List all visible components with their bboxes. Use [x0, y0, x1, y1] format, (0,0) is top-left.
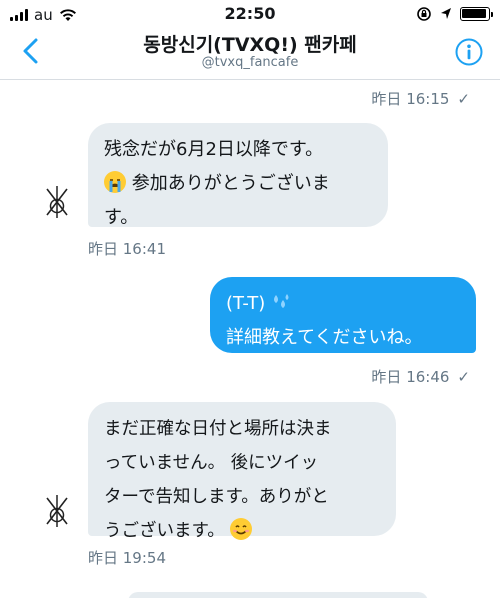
message-line-with-emoji: 参加ありがとうございま [104, 167, 372, 201]
conversation-handle: @tvxq_fancafe [201, 55, 299, 70]
read-check-icon: ✓ [457, 90, 470, 108]
message-timestamp: 昨日 16:41 [88, 240, 166, 258]
smiling-face-icon [230, 518, 253, 540]
message-timestamp: 昨日 19:54 [88, 549, 166, 567]
message-line: まだ正確な日付と場所は決ま [104, 419, 332, 439]
message-line: 残念だが6月2日以降です。 [104, 139, 324, 160]
message-timestamp: 昨日 16:46 ✓ [371, 366, 470, 387]
message-line: っていません。 後にツイッ [104, 453, 319, 473]
sweat-droplets-icon [273, 294, 289, 308]
message-line: ターで告知します。ありがと [104, 487, 329, 507]
timestamp-text: 昨日 16:46 [371, 368, 450, 386]
rotation-lock-icon [417, 7, 431, 21]
sender-avatar-icon[interactable] [40, 185, 74, 219]
message-line-with-emoji: うございます。 [104, 514, 380, 548]
status-right [416, 6, 493, 22]
location-arrow-icon [441, 8, 451, 19]
incoming-message-bubble[interactable]: 残念だが6月2日以降です。 参加ありがとうございま す。 [88, 123, 388, 228]
outgoing-message-bubble[interactable]: (T-T) 詳細教えてくださいね。 [210, 277, 476, 353]
message-line: 詳細教えてくださいね。 [226, 327, 423, 348]
message-text: うございます。 [104, 521, 225, 541]
message-text: 参加ありがとうございま [131, 173, 330, 194]
crying-face-icon [104, 171, 126, 193]
message-timestamp: 昨日 16:15 ✓ [371, 88, 470, 109]
read-check-icon: ✓ [457, 368, 470, 386]
incoming-message-bubble[interactable]: まだ正確な日付と場所は決ま っていません。 後にツイッ ターで告知します。ありが… [88, 402, 396, 541]
info-button[interactable] [454, 37, 484, 67]
sender-avatar-icon[interactable] [40, 494, 74, 528]
message-text: (T-T) [226, 293, 266, 314]
conversation-header: 동방신기(TVXQ!) 팬카페 @tvxq_fancafe [0, 24, 500, 80]
conversation-title: 동방신기(TVXQ!) 팬카페 [143, 34, 357, 56]
timestamp-text: 昨日 16:15 [371, 90, 450, 108]
message-line-with-emoji: (T-T) [226, 287, 460, 321]
partial-message-bubble[interactable] [128, 592, 428, 598]
battery-icon [460, 7, 493, 21]
message-line: す。 [104, 207, 139, 228]
